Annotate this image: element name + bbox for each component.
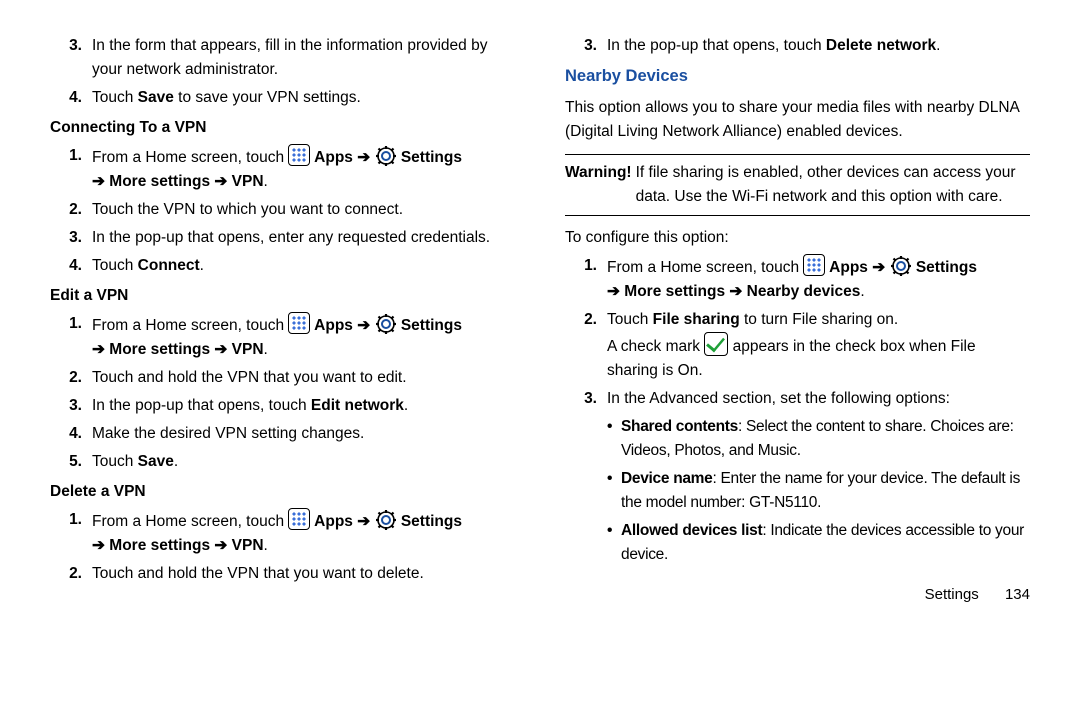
step-number: 1. <box>575 254 597 304</box>
list-item: 4. Make the desired VPN setting changes. <box>50 422 515 446</box>
subhead-delete: Delete a VPN <box>50 480 515 504</box>
list-item: 5. Touch Save. <box>50 450 515 474</box>
step-number: 3. <box>575 387 597 571</box>
step-text: From a Home screen, touch Apps ➔ Setting… <box>92 144 515 194</box>
list-item: 2. Touch and hold the VPN that you want … <box>50 366 515 390</box>
step-number: 4. <box>60 422 82 446</box>
step-text: In the pop-up that opens, touch Delete n… <box>607 34 1030 58</box>
step-number: 3. <box>60 34 82 82</box>
bullet-item: •Allowed devices list: Indicate the devi… <box>607 519 1030 567</box>
step-text: Touch and hold the VPN that you want to … <box>92 562 515 586</box>
step-number: 4. <box>60 254 82 278</box>
gear-icon <box>375 509 397 531</box>
list-item: 3. In the pop-up that opens, touch Edit … <box>50 394 515 418</box>
apps-icon <box>803 254 825 276</box>
step-text: Touch and hold the VPN that you want to … <box>92 366 515 390</box>
step-number: 3. <box>60 394 82 418</box>
apps-icon <box>288 144 310 166</box>
checkmark-icon <box>704 332 728 356</box>
step-text: Touch Save. <box>92 450 515 474</box>
step-number: 5. <box>60 450 82 474</box>
list-item: 1. From a Home screen, touch Apps ➔ Sett… <box>50 508 515 558</box>
gear-icon <box>375 313 397 335</box>
apps-icon <box>288 508 310 530</box>
step-text: In the pop-up that opens, touch Edit net… <box>92 394 515 418</box>
step-text: From a Home screen, touch Apps ➔ Setting… <box>607 254 1030 304</box>
step-text: Touch Connect. <box>92 254 515 278</box>
step-text: From a Home screen, touch Apps ➔ Setting… <box>92 508 515 558</box>
step-number: 1. <box>60 312 82 362</box>
step-number: 2. <box>60 562 82 586</box>
subhead-edit: Edit a VPN <box>50 284 515 308</box>
configure-intro: To configure this option: <box>565 226 1030 250</box>
step-text: Touch Save to save your VPN settings. <box>92 86 515 110</box>
left-column: 3. In the form that appears, fill in the… <box>50 30 515 606</box>
warning-text: If file sharing is enabled, other device… <box>636 161 1030 209</box>
list-item: 3. In the Advanced section, set the foll… <box>565 387 1030 571</box>
list-item: 1. From a Home screen, touch Apps ➔ Sett… <box>50 312 515 362</box>
intro-text: This option allows you to share your med… <box>565 96 1030 144</box>
step-text: Touch the VPN to which you want to conne… <box>92 198 515 222</box>
step-text: In the Advanced section, set the followi… <box>607 387 1030 571</box>
footer-section: Settings <box>925 586 979 603</box>
step-number: 3. <box>60 226 82 250</box>
list-item: 3. In the pop-up that opens, touch Delet… <box>565 34 1030 58</box>
step-text: In the pop-up that opens, enter any requ… <box>92 226 515 250</box>
list-item: 4. Touch Connect. <box>50 254 515 278</box>
step-text: Touch File sharing to turn File sharing … <box>607 308 1030 383</box>
gear-icon <box>375 145 397 167</box>
subhead-connecting: Connecting To a VPN <box>50 116 515 140</box>
step-number: 2. <box>60 198 82 222</box>
step-number: 3. <box>575 34 597 58</box>
footer-page-number: 134 <box>1005 586 1030 603</box>
right-column: 3. In the pop-up that opens, touch Delet… <box>565 30 1030 606</box>
page-footer: Settings 134 <box>565 575 1030 606</box>
warning-label: Warning! <box>565 161 632 209</box>
step-number: 2. <box>575 308 597 383</box>
step-text: From a Home screen, touch Apps ➔ Setting… <box>92 312 515 362</box>
list-item: 3. In the pop-up that opens, enter any r… <box>50 226 515 250</box>
bullet-item: •Device name: Enter the name for your de… <box>607 467 1030 515</box>
apps-icon <box>288 312 310 334</box>
step-number: 2. <box>60 366 82 390</box>
step-number: 1. <box>60 144 82 194</box>
section-nearby-devices: Nearby Devices <box>565 64 1030 90</box>
warning-box: Warning! If file sharing is enabled, oth… <box>565 154 1030 216</box>
step-text: In the form that appears, fill in the in… <box>92 34 515 82</box>
list-item: 4. Touch Save to save your VPN settings. <box>50 86 515 110</box>
step-text: Make the desired VPN setting changes. <box>92 422 515 446</box>
list-item: 2. Touch the VPN to which you want to co… <box>50 198 515 222</box>
list-item: 1. From a Home screen, touch Apps ➔ Sett… <box>565 254 1030 304</box>
bullet-item: •Shared contents: Select the content to … <box>607 415 1030 463</box>
list-item: 1. From a Home screen, touch Apps ➔ Sett… <box>50 144 515 194</box>
step-number: 1. <box>60 508 82 558</box>
step-number: 4. <box>60 86 82 110</box>
list-item: 3. In the form that appears, fill in the… <box>50 34 515 82</box>
gear-icon <box>890 255 912 277</box>
manual-page: 3. In the form that appears, fill in the… <box>0 0 1080 621</box>
list-item: 2. Touch File sharing to turn File shari… <box>565 308 1030 383</box>
list-item: 2. Touch and hold the VPN that you want … <box>50 562 515 586</box>
